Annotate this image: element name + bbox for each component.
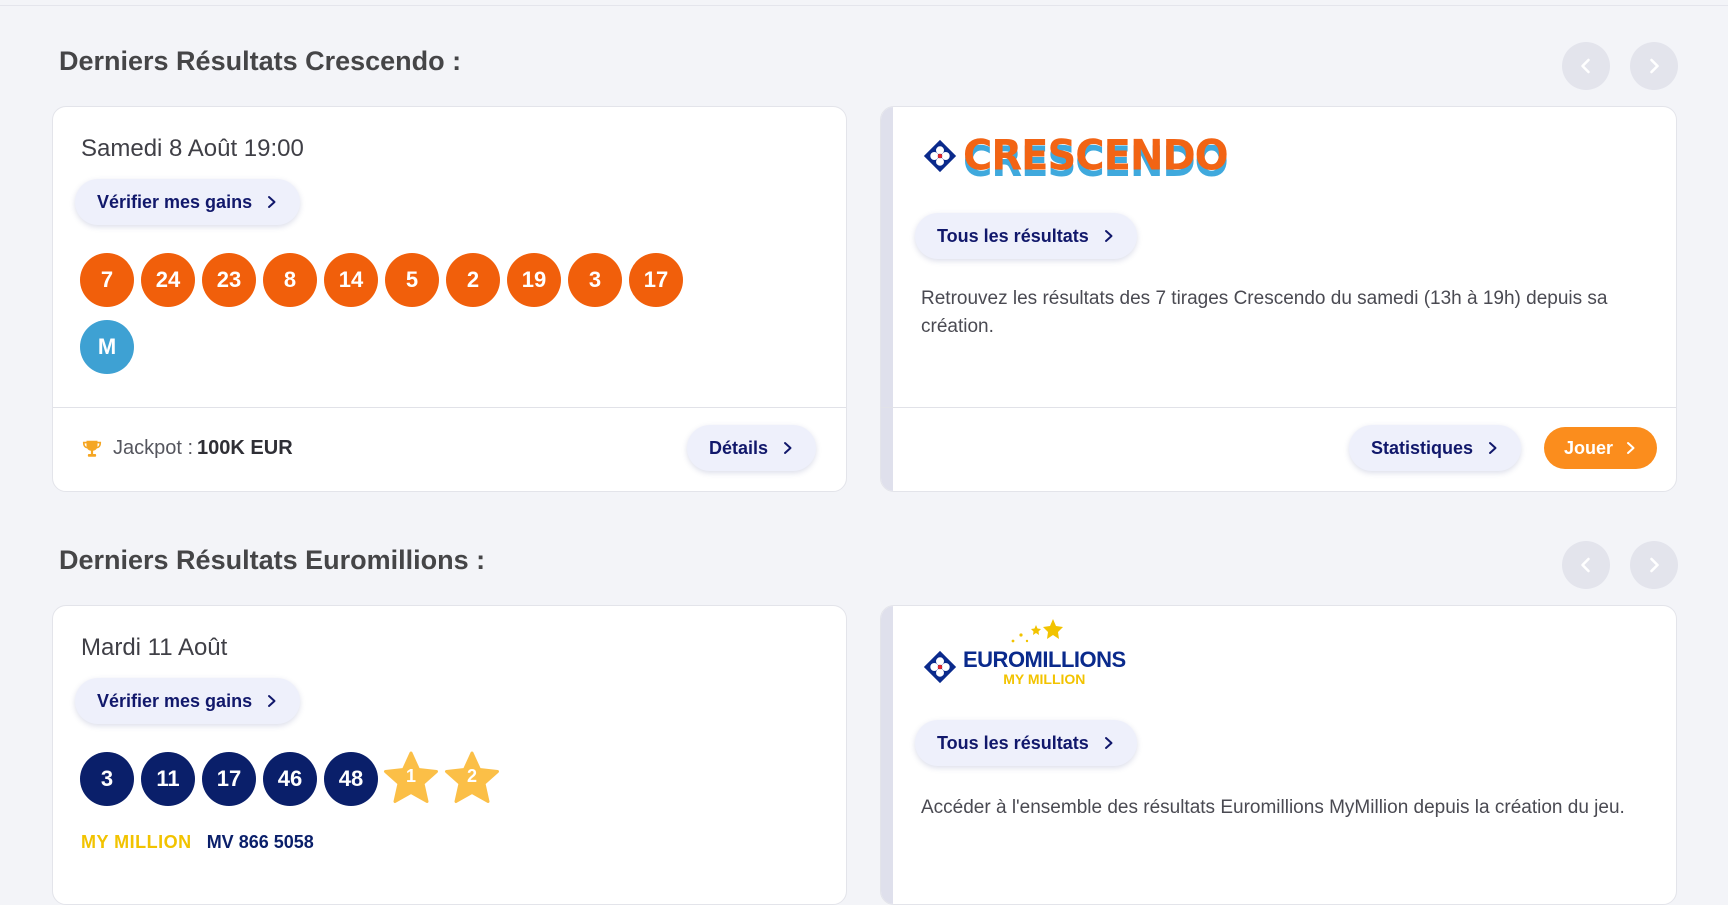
crescendo-logo-text: CRESCENDO (963, 131, 1229, 181)
euromillions-logo-line1: EUROMILLIONS (963, 646, 1126, 672)
game-description: Retrouvez les résultats des 7 tirages Cr… (921, 288, 1608, 337)
number-ball: 3 (568, 253, 622, 307)
statistics-label: Statistiques (1371, 437, 1474, 458)
card-divider (53, 407, 846, 408)
card-divider (881, 407, 1676, 408)
draw-result-card: Mardi 11 Août Vérifier mes gains 3 11 17… (52, 605, 847, 905)
play-label: Jouer (1564, 437, 1614, 458)
number-ball: 11 (141, 752, 195, 806)
all-results-button[interactable]: Tous les résultats (915, 213, 1137, 259)
chevron-right-icon (268, 196, 276, 208)
star-number: 2 (466, 766, 477, 786)
chevron-left-icon (1581, 58, 1590, 74)
number-ball: 8 (263, 253, 317, 307)
verify-gains-button[interactable]: Vérifier mes gains (75, 179, 301, 225)
game-info-card: CRESCENDO Tous les résultats Retrouvez l… (880, 106, 1677, 492)
number-ball: 5 (385, 253, 439, 307)
chevron-right-icon (1627, 442, 1635, 454)
chevron-right-icon (1104, 230, 1113, 242)
number-ball: 19 (507, 253, 561, 307)
jackpot-info: Jackpot : 100K EUR (81, 437, 293, 460)
chevron-right-icon (268, 695, 276, 707)
jackpot-label: Jackpot : (113, 437, 194, 459)
number-ball: 24 (141, 253, 195, 307)
carousel-next-button[interactable] (1630, 541, 1678, 589)
mymillion-logo: MY MILLION (81, 832, 192, 852)
all-results-label: Tous les résultats (937, 732, 1089, 753)
carousel-prev-button[interactable] (1562, 42, 1610, 90)
details-label: Détails (709, 437, 769, 458)
number-ball: 17 (202, 752, 256, 806)
number-ball: 17 (629, 253, 683, 307)
top-divider (0, 0, 1728, 6)
game-info-card: EUROMILLIONS MY MILLION Tous les résulta… (880, 605, 1677, 905)
special-ball: M (80, 320, 134, 374)
carousel-next-button[interactable] (1630, 42, 1678, 90)
chevron-right-icon (784, 442, 792, 454)
draw-date: Samedi 8 Août 19:00 (81, 135, 304, 162)
number-ball: 7 (80, 253, 134, 307)
mymillion-code-value: MV 866 5058 (206, 832, 314, 852)
game-description: Accéder à l'ensemble des résultats Eurom… (921, 797, 1625, 818)
statistics-button[interactable]: Statistiques (1349, 425, 1522, 471)
section-title: Derniers Résultats Euromillions : (59, 545, 486, 575)
stars-decoration-icon (1011, 618, 1063, 642)
number-ball: 14 (324, 253, 378, 307)
lucky-star: 1 (382, 750, 440, 806)
verify-gains-label: Vérifier mes gains (97, 191, 253, 212)
number-ball: 3 (80, 752, 134, 806)
verify-gains-button[interactable]: Vérifier mes gains (75, 678, 301, 724)
jackpot-value: 100K EUR (197, 437, 293, 459)
number-ball: 2 (446, 253, 500, 307)
details-button[interactable]: Détails (687, 425, 817, 471)
section-title: Derniers Résultats Crescendo : (59, 46, 462, 76)
carousel-prev-button[interactable] (1562, 541, 1610, 589)
chevron-left-icon (1581, 557, 1590, 573)
trophy-icon (82, 440, 102, 457)
fdj-clover-icon (923, 139, 957, 173)
chevron-right-icon (1489, 442, 1497, 454)
lucky-star: 2 (443, 750, 501, 806)
draw-result-card: Samedi 8 Août 19:00 Vérifier mes gains 7… (52, 106, 847, 492)
fdj-clover-icon (923, 650, 957, 684)
euromillions-logo-text: EUROMILLIONS MY MILLION (963, 618, 1126, 687)
number-ball: 48 (324, 752, 378, 806)
euromillions-logo-line2: MY MILLION (1003, 670, 1086, 687)
chevron-right-icon (1104, 737, 1113, 749)
chevron-right-icon (1650, 557, 1659, 573)
number-ball: 23 (202, 253, 256, 307)
number-ball: 46 (263, 752, 317, 806)
play-button[interactable]: Jouer (1544, 427, 1658, 469)
draw-date: Mardi 11 Août (81, 634, 228, 661)
chevron-right-icon (1650, 58, 1659, 74)
crescendo-logo: CRESCENDO (921, 131, 1229, 181)
mymillion-code: MY MILLION MV 866 5058 (81, 832, 314, 853)
verify-gains-label: Vérifier mes gains (97, 690, 253, 711)
star-number: 1 (405, 766, 416, 786)
all-results-button[interactable]: Tous les résultats (915, 720, 1137, 766)
all-results-label: Tous les résultats (937, 225, 1089, 246)
euromillions-logo: EUROMILLIONS MY MILLION (921, 618, 1126, 687)
